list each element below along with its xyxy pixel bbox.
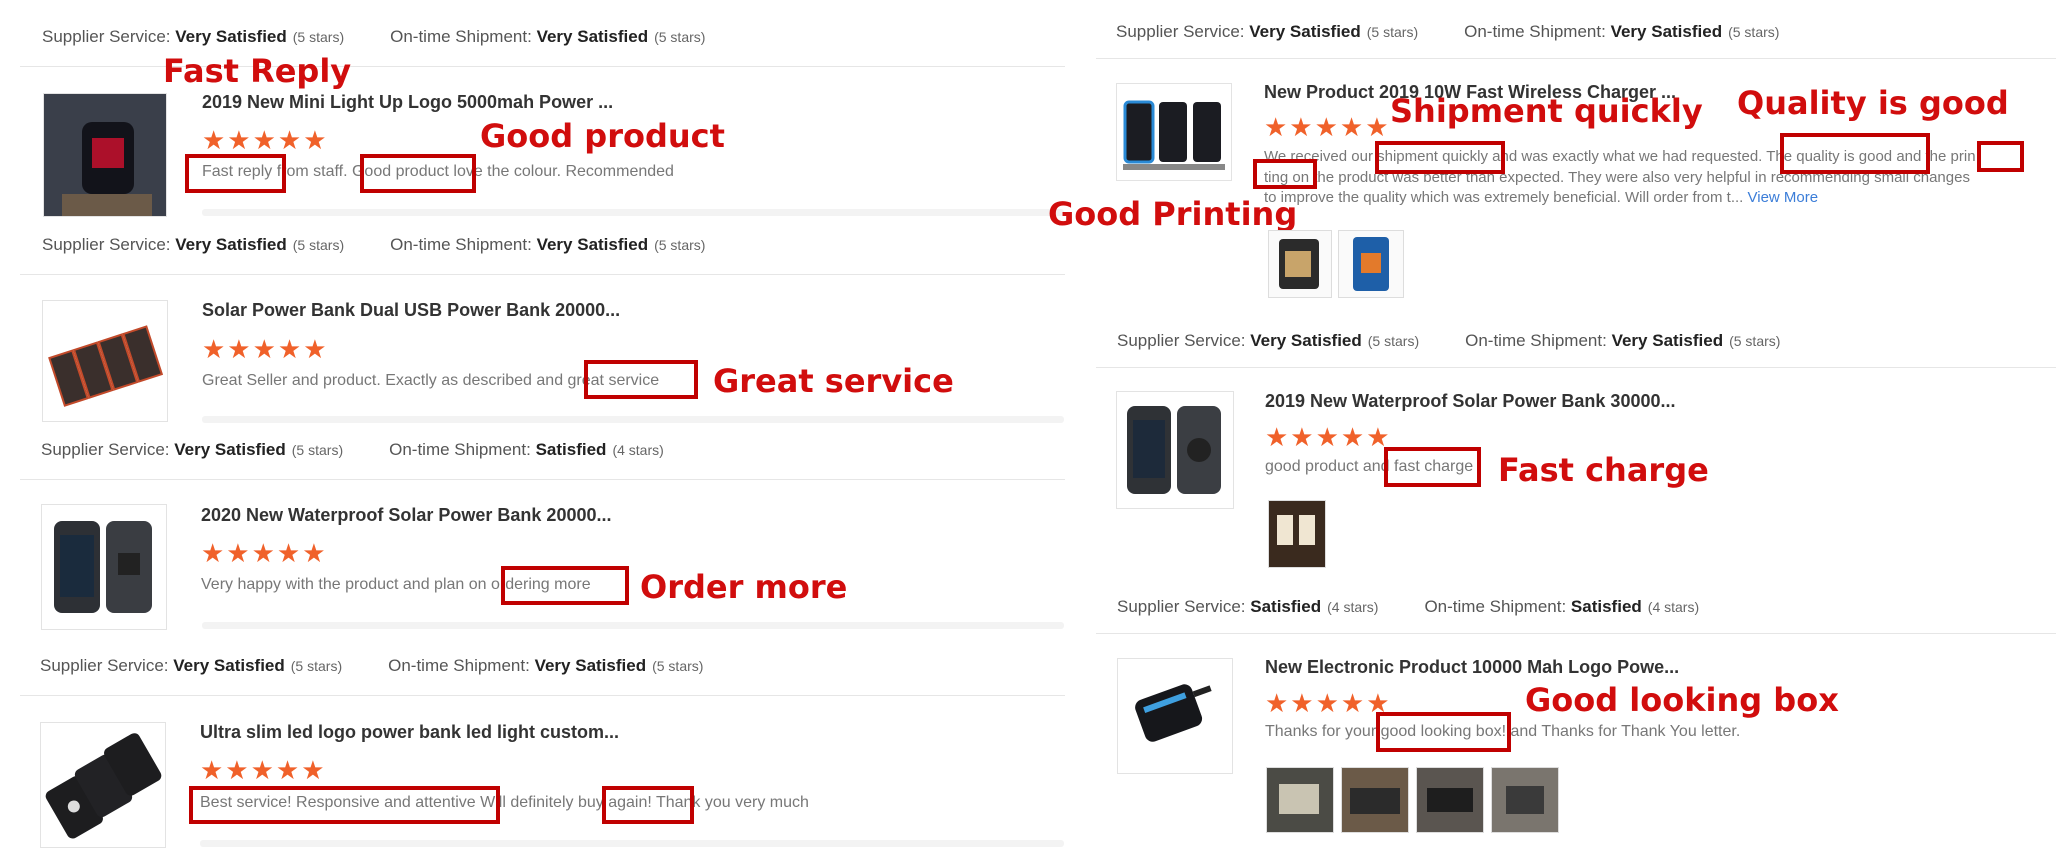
review-photo[interactable] bbox=[1416, 767, 1484, 833]
wireless-charger-image bbox=[1117, 84, 1231, 180]
review-photo[interactable] bbox=[1341, 767, 1409, 833]
section-bar bbox=[202, 416, 1064, 423]
divider bbox=[1096, 633, 2056, 634]
product-title[interactable]: Ultra slim led logo power bank led light… bbox=[200, 722, 619, 743]
callout-quality-is-good: Quality is good bbox=[1737, 84, 2009, 122]
highlight-box bbox=[1384, 447, 1481, 487]
star-rating: ★★★★★ bbox=[1264, 112, 1391, 142]
product-title[interactable]: 2020 New Waterproof Solar Power Bank 200… bbox=[201, 505, 612, 526]
review-photo[interactable] bbox=[1491, 767, 1559, 833]
highlight-box bbox=[1376, 712, 1511, 752]
product-title[interactable]: 2019 New Mini Light Up Logo 5000mah Powe… bbox=[202, 92, 613, 113]
callout-good-product: Good product bbox=[480, 117, 725, 155]
product-thumbnail[interactable] bbox=[1116, 83, 1232, 181]
review-photo[interactable] bbox=[1266, 767, 1334, 833]
product-title[interactable]: Solar Power Bank Dual USB Power Bank 200… bbox=[202, 300, 620, 321]
product-thumbnail[interactable] bbox=[43, 93, 167, 217]
star-rating: ★★★★★ bbox=[202, 334, 329, 364]
callout-good-printing: Good Printing bbox=[1048, 195, 1298, 233]
product-thumbnail[interactable] bbox=[40, 722, 166, 848]
electronic-power-bank-image bbox=[1118, 659, 1232, 773]
rating-summary: Supplier Service: Very Satisfied (5 stars… bbox=[41, 440, 664, 459]
rating-summary: Supplier Service: Satisfied (4 stars) On-t… bbox=[1117, 597, 1700, 616]
callout-order-more: Order more bbox=[640, 568, 848, 606]
view-more-link[interactable]: View More bbox=[1748, 189, 1819, 206]
highlight-box bbox=[584, 360, 698, 399]
product-thumbnail[interactable] bbox=[42, 300, 168, 422]
slim-power-bank-image bbox=[41, 723, 165, 847]
highlight-box bbox=[501, 566, 629, 605]
highlight-box bbox=[1375, 141, 1505, 174]
product-title[interactable]: 2019 New Waterproof Solar Power Bank 300… bbox=[1265, 391, 1676, 412]
review-photo[interactable] bbox=[1268, 500, 1326, 568]
rating-summary: Supplier Service: Very Satisfied (5 stars… bbox=[40, 656, 704, 675]
divider bbox=[1096, 367, 2056, 368]
star-rating: ★★★★★ bbox=[201, 538, 328, 568]
callout-shipment-quickly: Shipment quickly bbox=[1390, 92, 1703, 130]
highlight-box bbox=[189, 786, 500, 824]
section-bar bbox=[202, 209, 1064, 216]
star-rating: ★★★★★ bbox=[1265, 422, 1392, 452]
review-photo[interactable] bbox=[1338, 230, 1404, 298]
divider bbox=[20, 479, 1065, 480]
section-bar bbox=[200, 840, 1064, 847]
product-thumbnail[interactable] bbox=[41, 504, 167, 630]
solar-power-bank-image bbox=[43, 301, 167, 421]
highlight-box bbox=[602, 786, 694, 824]
section-bar bbox=[202, 622, 1064, 629]
divider bbox=[20, 274, 1065, 275]
divider bbox=[20, 695, 1065, 696]
review-text: to improve the quality which was extreme… bbox=[1264, 189, 1819, 206]
highlight-box bbox=[360, 154, 476, 193]
callout-fast-reply: Fast Reply bbox=[163, 52, 352, 90]
star-rating: ★★★★★ bbox=[202, 125, 329, 155]
solar-power-bank-image bbox=[1117, 392, 1233, 508]
product-title[interactable]: New Electronic Product 10000 Mah Logo Po… bbox=[1265, 657, 1679, 678]
power-bank-image bbox=[44, 94, 166, 216]
callout-fast-charge: Fast charge bbox=[1498, 451, 1709, 489]
highlight-box bbox=[185, 154, 286, 193]
review-photo[interactable] bbox=[1268, 230, 1332, 298]
product-thumbnail[interactable] bbox=[1117, 658, 1233, 774]
star-rating: ★★★★★ bbox=[200, 755, 327, 785]
rating-summary: Supplier Service: Very Satisfied (5 stars… bbox=[1117, 331, 1781, 350]
rating-summary: Supplier Service: Very Satisfied (5 stars… bbox=[42, 235, 706, 254]
divider bbox=[1096, 58, 2056, 59]
callout-good-looking-box: Good looking box bbox=[1525, 681, 1839, 719]
highlight-box bbox=[1977, 141, 2024, 172]
rating-summary: Supplier Service: Very Satisfied (5 stars… bbox=[1116, 22, 1780, 41]
product-thumbnail[interactable] bbox=[1116, 391, 1234, 509]
waterproof-power-bank-image bbox=[42, 505, 166, 629]
rating-summary: Supplier Service: Very Satisfied (5 stars… bbox=[42, 27, 706, 46]
highlight-box bbox=[1253, 159, 1317, 189]
star-rating: ★★★★★ bbox=[1265, 688, 1392, 718]
callout-great-service: Great service bbox=[713, 362, 954, 400]
highlight-box bbox=[1780, 133, 1930, 174]
